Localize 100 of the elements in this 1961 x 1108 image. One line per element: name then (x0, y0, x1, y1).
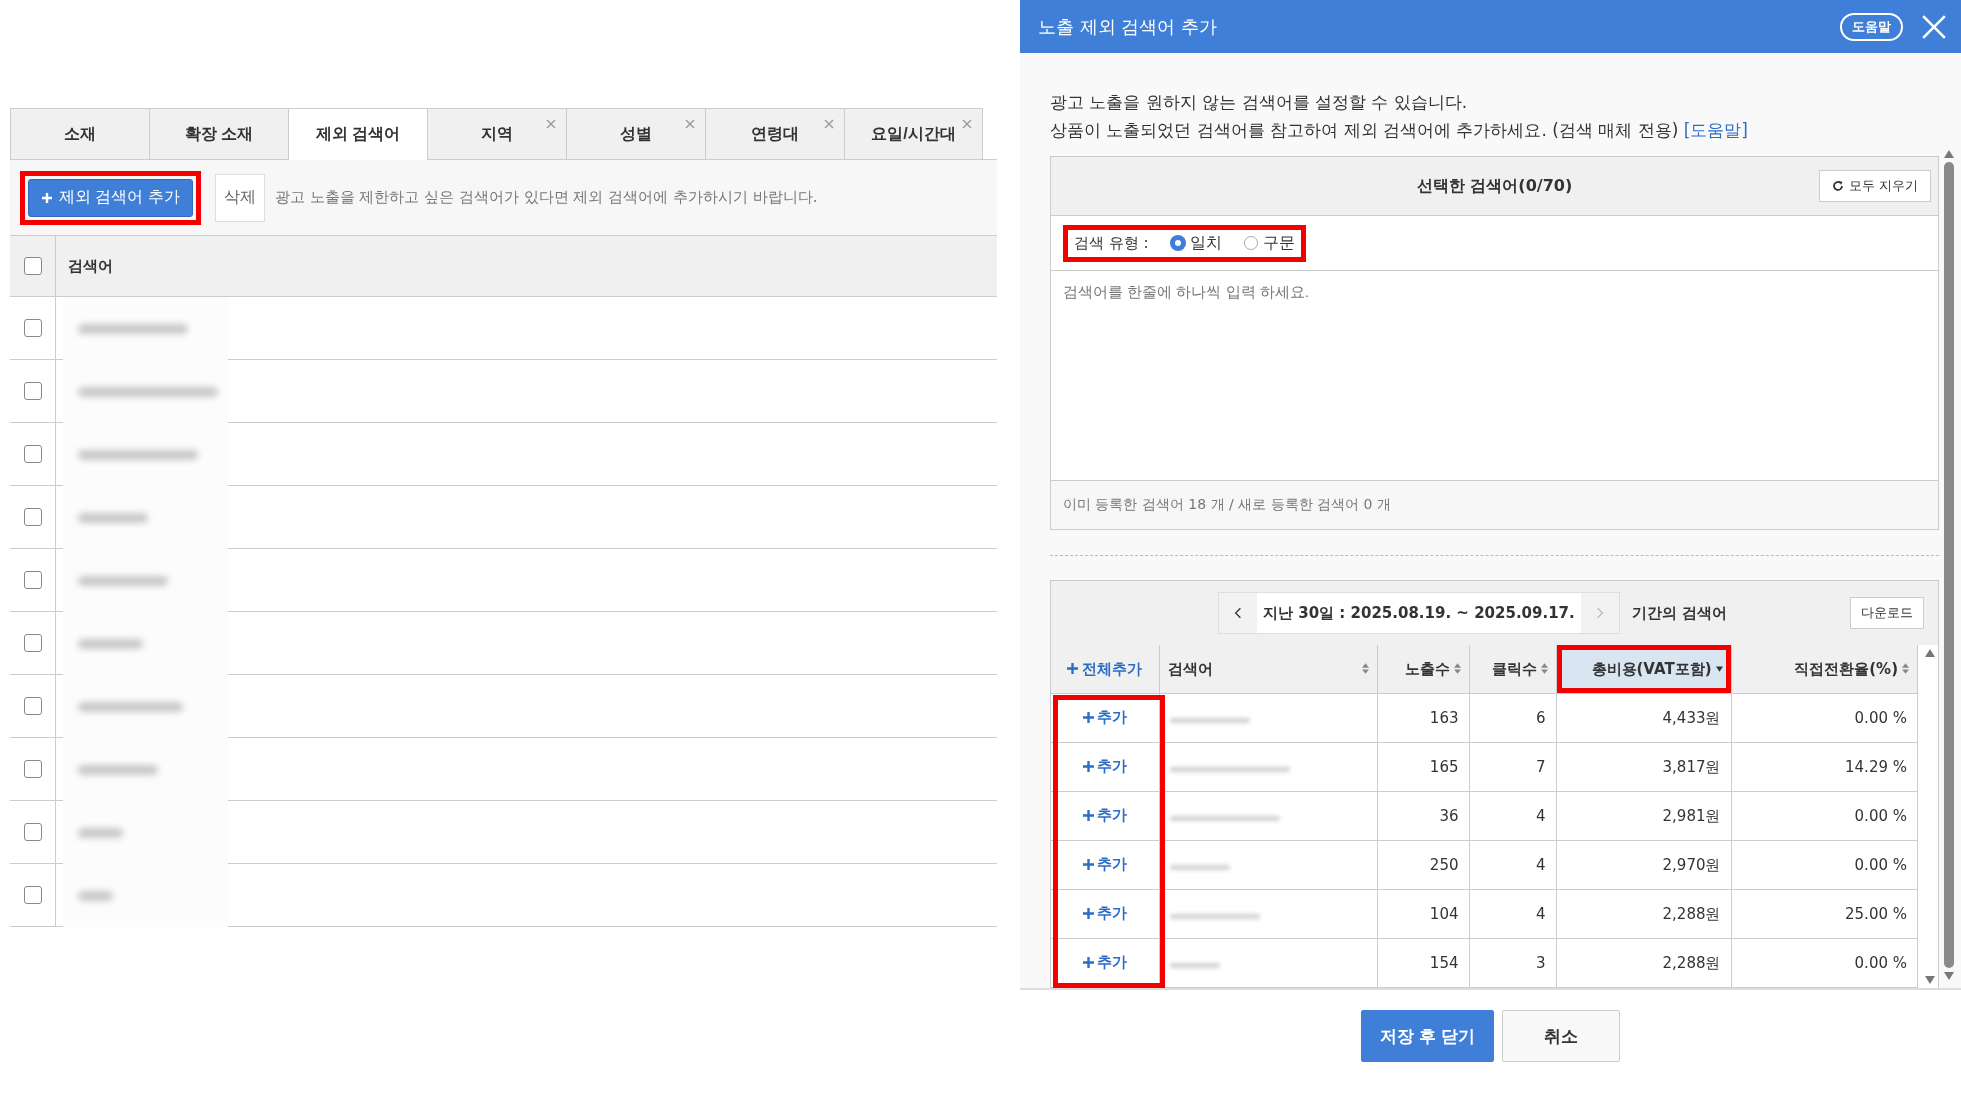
sort-icon[interactable] (1902, 663, 1909, 675)
column-header[interactable]: 직접전환율(%) (1731, 645, 1918, 693)
plus-icon (1082, 858, 1094, 870)
sort-icon[interactable] (1361, 663, 1369, 675)
add-excluded-keyword-button[interactable]: 제외 검색어 추가 (28, 178, 193, 217)
radio-option[interactable]: 일치 (1170, 232, 1222, 254)
plus-icon (1082, 760, 1094, 772)
checkbox[interactable] (23, 886, 42, 904)
add-link[interactable]: 추가 (1082, 855, 1127, 874)
help-link[interactable]: [도움말] (1683, 120, 1748, 140)
refresh-icon (1832, 180, 1845, 192)
download-button[interactable]: 다운로드 (1850, 597, 1924, 629)
sort-icon[interactable] (1540, 663, 1548, 675)
cancel-button[interactable]: 취소 (1502, 1010, 1620, 1062)
keyword-input-field[interactable]: 검색어를 한줄에 하나씩 입력 하세요. (1051, 271, 1938, 481)
period-text: 지난 30일 : 2025.08.19. ~ 2025.09.17. (1262, 602, 1576, 624)
table-cell: 165 (1377, 742, 1469, 791)
table-cell: 0.00 % (1731, 693, 1918, 742)
table-cell: 163 (1377, 693, 1469, 742)
blurred-text (78, 827, 123, 838)
close-icon[interactable] (824, 119, 834, 129)
tab[interactable]: 지역 (427, 108, 566, 160)
add-link[interactable]: 추가 (1082, 953, 1127, 972)
checkbox[interactable] (23, 382, 42, 400)
close-icon[interactable] (962, 119, 972, 129)
blurred-text (78, 638, 143, 649)
hint-text: 광고 노출을 제한하고 싶은 검색어가 있다면 제외 검색어에 추가하시기 바랍니다. (274, 188, 818, 207)
table-cell: 2,970원 (1556, 840, 1731, 889)
sort-icon[interactable] (1453, 663, 1461, 675)
table-cell: 4 (1469, 889, 1556, 938)
table-cell: 3,817원 (1556, 742, 1731, 791)
plus-icon (1067, 663, 1079, 675)
add-link[interactable]: 추가 (1082, 757, 1127, 776)
plus-icon (1082, 956, 1094, 968)
description-text: 상품이 노출되었던 검색어를 참고하여 제외 검색어에 추가하세요. (검색 매체 전용) [도움말] (1050, 119, 1749, 142)
add-link[interactable]: 추가 (1082, 708, 1127, 727)
dialog-title: 노출 제외 검색어 추가 (1038, 14, 1219, 39)
table-cell: 6 (1469, 693, 1556, 742)
column-header[interactable]: 검색어 (1159, 645, 1377, 693)
scroll-up-icon[interactable] (1925, 649, 1935, 657)
checkbox[interactable] (23, 760, 42, 778)
blurred-text (1169, 864, 1230, 870)
table-cell: 0.00 % (1731, 938, 1918, 987)
tab[interactable]: 요일/시간대 (844, 108, 983, 160)
close-icon[interactable] (546, 119, 556, 129)
column-header[interactable]: 총비용(VAT포함) (1556, 645, 1731, 693)
plus-icon (1082, 809, 1094, 821)
checkbox[interactable] (23, 571, 42, 589)
tab[interactable]: 소재 (10, 108, 149, 160)
radio-option[interactable]: 구문 (1243, 232, 1295, 254)
checkbox[interactable] (23, 697, 42, 715)
column-header[interactable]: 클릭수 (1469, 645, 1556, 693)
description-text: 광고 노출을 원하지 않는 검색어를 설정할 수 있습니다. (1050, 91, 1469, 114)
help-button[interactable]: 도움말 (1840, 12, 1903, 41)
checkbox[interactable] (23, 823, 42, 841)
table-cell: 7 (1469, 742, 1556, 791)
tab[interactable]: 연령대 (705, 108, 844, 160)
plus-icon (41, 191, 53, 204)
checkbox[interactable] (23, 634, 42, 652)
column-header[interactable]: 노출수 (1377, 645, 1469, 693)
table-cell: 104 (1377, 889, 1469, 938)
checkbox[interactable] (23, 257, 42, 275)
scrollbar[interactable] (1925, 649, 1935, 984)
table-cell: 4 (1469, 840, 1556, 889)
table-cell: 3 (1469, 938, 1556, 987)
table-cell: 36 (1377, 791, 1469, 840)
tab[interactable]: 성별 (566, 108, 705, 160)
radio-button[interactable] (1243, 236, 1258, 250)
table-cell: 154 (1377, 938, 1469, 987)
scroll-up-icon[interactable] (1944, 150, 1954, 158)
radio-button[interactable] (1170, 236, 1185, 250)
close-icon[interactable] (685, 119, 695, 129)
delete-button[interactable]: 삭제 (214, 173, 265, 222)
panel-title: 선택한 검색어(0/70) (1416, 175, 1573, 197)
clear-all-button[interactable]: 모두 지우기 (1819, 170, 1931, 202)
table-cell: 2,288원 (1556, 889, 1731, 938)
table-cell: 14.29 % (1731, 742, 1918, 791)
search-type-label: 검색 유형 : (1074, 233, 1149, 253)
period-label: 기간의 검색어 (1631, 603, 1728, 623)
sort-descending-icon[interactable] (1715, 665, 1723, 672)
add-link[interactable]: 추가 (1082, 806, 1127, 825)
tab[interactable]: 제외 검색어 (288, 108, 427, 160)
table-cell: 250 (1377, 840, 1469, 889)
plus-icon (1082, 711, 1094, 723)
table-cell: 25.00 % (1731, 889, 1918, 938)
table-cell: 2,981원 (1556, 791, 1731, 840)
checkbox[interactable] (23, 319, 42, 337)
blurred-text (78, 512, 148, 523)
table-cell: 4,433원 (1556, 693, 1731, 742)
add-link[interactable]: 추가 (1082, 904, 1127, 923)
summary-text: 이미 등록한 검색어 18 개 / 새로 등록한 검색어 0 개 (1063, 496, 1391, 514)
chevron-left-icon (1234, 607, 1242, 619)
checkbox[interactable] (23, 508, 42, 526)
table-cell: 2,288원 (1556, 938, 1731, 987)
checkbox[interactable] (23, 445, 42, 463)
save-button[interactable]: 저장 후 닫기 (1361, 1010, 1494, 1062)
blurred-text (78, 890, 113, 901)
column-header[interactable]: 전체추가 (1051, 645, 1159, 693)
table-cell: 0.00 % (1731, 791, 1918, 840)
tab[interactable]: 확장 소재 (149, 108, 288, 160)
